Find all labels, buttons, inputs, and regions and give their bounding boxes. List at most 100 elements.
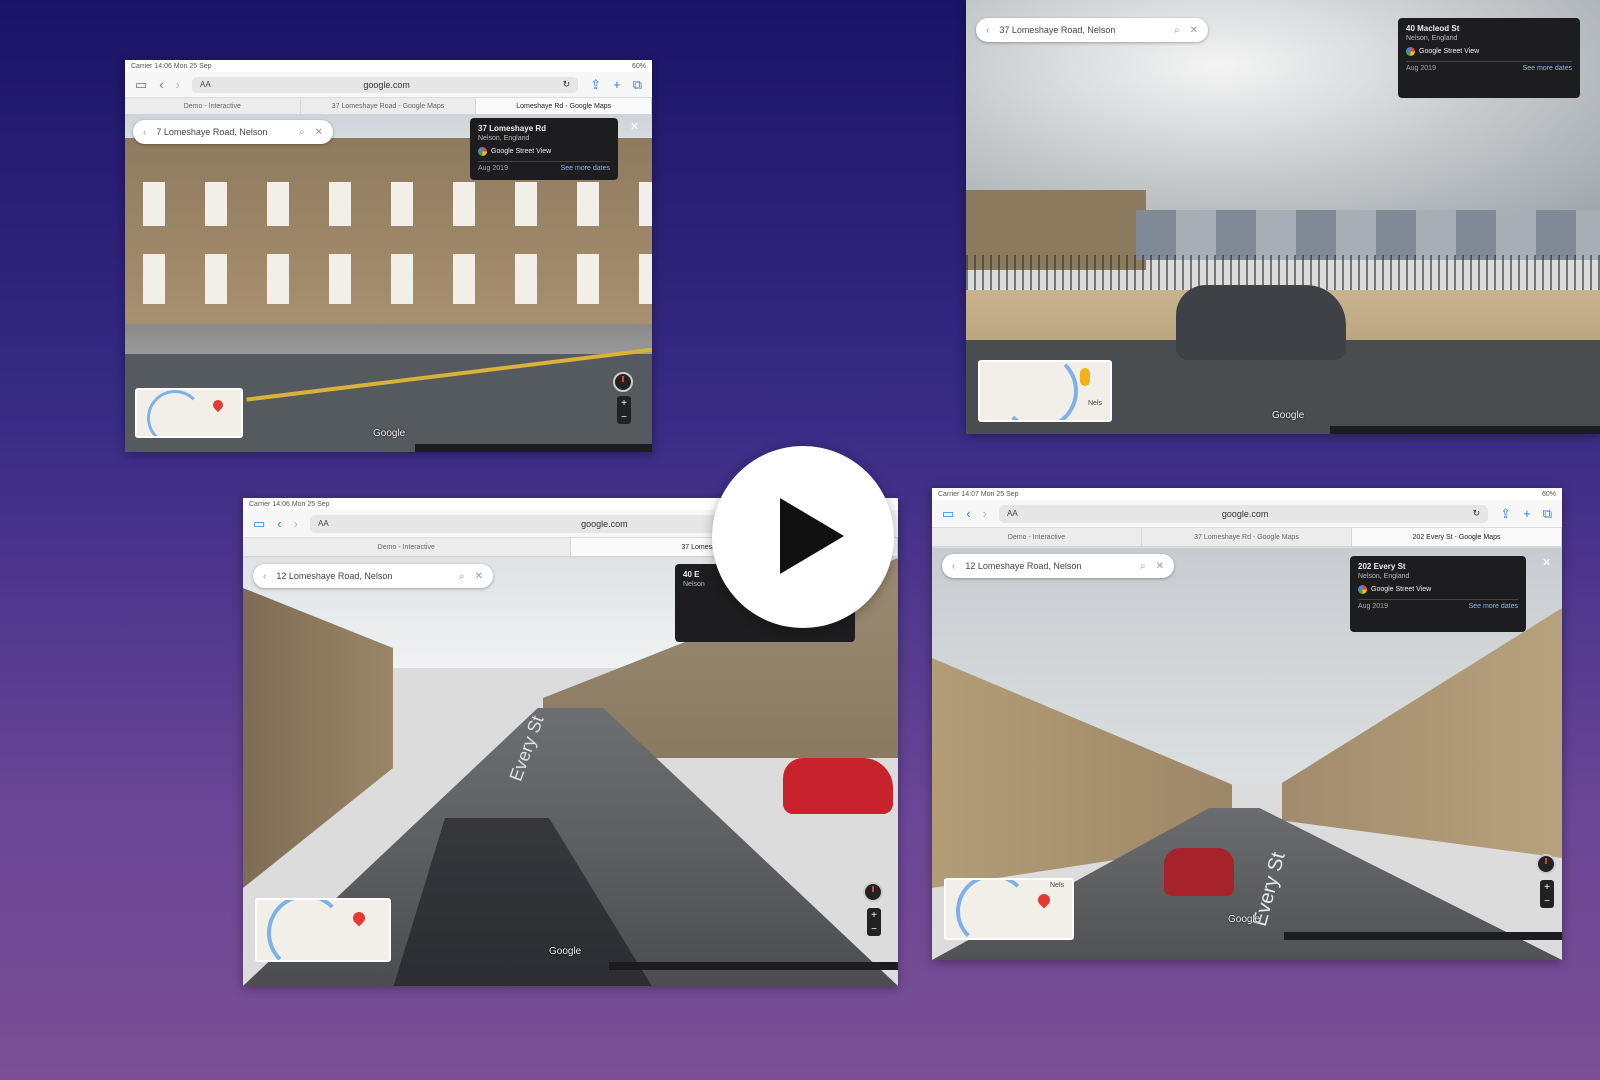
search-box[interactable]: ‹ 7 Lomeshaye Road, Nelson ⌕ ✕ bbox=[133, 120, 333, 144]
reader-aa-button[interactable]: AA bbox=[1007, 509, 1018, 518]
card-title: 202 Every St bbox=[1358, 562, 1406, 571]
status-bar: Carrier 14:07 Mon 25 Sep 60% bbox=[932, 488, 1562, 500]
map-pin-icon bbox=[210, 397, 226, 413]
search-icon[interactable]: ⌕ bbox=[1140, 561, 1146, 572]
tab-demo[interactable]: Demo - Interactive bbox=[932, 528, 1142, 546]
see-more-dates-link[interactable]: See more dates bbox=[1469, 603, 1518, 610]
street-view-image[interactable]: ‹ 7 Lomeshaye Road, Nelson ⌕ ✕ 37 Lomesh… bbox=[125, 114, 652, 452]
back-icon[interactable]: ‹ bbox=[277, 517, 281, 530]
compass-icon[interactable] bbox=[613, 372, 633, 392]
google-logo-icon bbox=[478, 147, 487, 156]
map-pin-icon bbox=[350, 909, 368, 927]
search-box[interactable]: ‹ 12 Lomeshaye Road, Nelson ⌕ ✕ bbox=[253, 564, 493, 588]
minimap-label: Nels bbox=[1088, 400, 1103, 407]
minimap[interactable] bbox=[255, 898, 391, 962]
minimap[interactable]: Nels bbox=[944, 878, 1074, 940]
close-icon[interactable]: ✕ bbox=[630, 120, 639, 133]
clear-icon[interactable]: ✕ bbox=[315, 127, 323, 138]
card-subtitle: Nelson, England bbox=[478, 135, 530, 142]
clear-icon[interactable]: ✕ bbox=[475, 571, 483, 582]
sidebar-icon[interactable]: ▭ bbox=[942, 507, 954, 520]
search-icon[interactable]: ⌕ bbox=[459, 571, 465, 582]
forward-icon[interactable]: › bbox=[176, 78, 180, 91]
address-bar[interactable]: AA google.com ↻ bbox=[998, 504, 1489, 523]
card-date: Aug 2019 bbox=[478, 165, 508, 172]
browser-toolbar: ▭ ‹ › AA google.com ↻ ⇪ + ⧉ bbox=[932, 500, 1562, 528]
tab-maps-2[interactable]: 202 Every St - Google Maps bbox=[1352, 528, 1562, 546]
zoom-control[interactable]: + − bbox=[1540, 880, 1554, 908]
status-right: 60% bbox=[1541, 490, 1556, 498]
tab-maps-1[interactable]: 37 Lomeshaye Road - Google Maps bbox=[301, 98, 477, 114]
tab-maps-2[interactable]: Lomeshaye Rd - Google Maps bbox=[476, 98, 652, 114]
map-river bbox=[147, 390, 203, 436]
tab-demo[interactable]: Demo - Interactive bbox=[243, 538, 571, 556]
parked-car bbox=[1176, 285, 1346, 360]
url-text: google.com bbox=[363, 79, 410, 90]
pegman-icon bbox=[1080, 368, 1090, 386]
see-more-dates-link[interactable]: See more dates bbox=[561, 165, 610, 172]
status-left: Carrier 14:07 Mon 25 Sep bbox=[938, 490, 1019, 498]
street-view-image[interactable]: Every St ‹ 12 Lomeshaye Road, Nelson ⌕ ✕… bbox=[932, 548, 1562, 960]
card-date: Aug 2019 bbox=[1358, 603, 1388, 610]
share-icon[interactable]: ⇪ bbox=[590, 78, 601, 91]
forward-icon[interactable]: › bbox=[294, 517, 298, 530]
search-text: 12 Lomeshaye Road, Nelson bbox=[276, 571, 393, 581]
zoom-control[interactable]: + − bbox=[617, 396, 631, 424]
screenshot-bottom-right: Carrier 14:07 Mon 25 Sep 60% ▭ ‹ › AA go… bbox=[932, 488, 1562, 960]
tabs-overview-icon[interactable]: ⧉ bbox=[633, 78, 642, 91]
screenshot-top-right: ‹ 37 Lomeshaye Road, Nelson ⌕ ✕ 40 Macle… bbox=[966, 0, 1600, 434]
map-river bbox=[1000, 362, 1078, 420]
see-more-dates-link[interactable]: See more dates bbox=[1523, 65, 1572, 72]
tab-maps-1[interactable]: 37 Lomeshaye Rd - Google Maps bbox=[1142, 528, 1352, 546]
back-arrow-icon[interactable]: ‹ bbox=[986, 25, 989, 36]
back-arrow-icon[interactable]: ‹ bbox=[143, 127, 146, 138]
back-arrow-icon[interactable]: ‹ bbox=[263, 571, 266, 582]
reload-icon[interactable]: ↻ bbox=[1473, 508, 1481, 519]
reader-aa-button[interactable]: AA bbox=[200, 80, 211, 89]
compass-icon[interactable] bbox=[1536, 854, 1556, 874]
card-source: Google Street View bbox=[491, 148, 552, 155]
tab-demo[interactable]: Demo - Interactive bbox=[125, 98, 301, 114]
reload-icon[interactable]: ↻ bbox=[563, 79, 571, 90]
close-icon[interactable]: ✕ bbox=[1542, 556, 1551, 569]
forward-icon[interactable]: › bbox=[983, 507, 987, 520]
copyright-bar bbox=[1284, 932, 1562, 940]
address-bar[interactable]: AA google.com ↻ bbox=[191, 76, 579, 93]
copyright-bar bbox=[415, 444, 652, 452]
search-icon[interactable]: ⌕ bbox=[1174, 25, 1180, 36]
search-box[interactable]: ‹ 37 Lomeshaye Road, Nelson ⌕ ✕ bbox=[976, 18, 1208, 42]
reader-aa-button[interactable]: AA bbox=[318, 519, 329, 528]
tabs-overview-icon[interactable]: ⧉ bbox=[1543, 507, 1552, 520]
search-text: 7 Lomeshaye Road, Nelson bbox=[156, 127, 268, 137]
card-subtitle: Nelson, England bbox=[1358, 573, 1410, 580]
status-left: Carrier 14:06 Mon 25 Sep bbox=[249, 500, 330, 508]
play-button[interactable] bbox=[712, 446, 894, 628]
compass-icon[interactable] bbox=[863, 882, 883, 902]
back-icon[interactable]: ‹ bbox=[966, 507, 970, 520]
new-tab-icon[interactable]: + bbox=[613, 78, 621, 91]
screenshot-top-left: Carrier 14:06 Mon 25 Sep 60% ▭ ‹ › AA go… bbox=[125, 60, 652, 452]
back-icon[interactable]: ‹ bbox=[159, 78, 163, 91]
share-icon[interactable]: ⇪ bbox=[1500, 507, 1511, 520]
zoom-control[interactable]: + − bbox=[867, 908, 881, 936]
google-watermark: Google bbox=[373, 428, 406, 439]
minimap[interactable]: Nels bbox=[978, 360, 1112, 422]
minimap[interactable] bbox=[135, 388, 243, 438]
clear-icon[interactable]: ✕ bbox=[1156, 561, 1164, 572]
search-icon[interactable]: ⌕ bbox=[299, 127, 305, 138]
copyright-bar bbox=[1330, 426, 1600, 434]
google-watermark: Google bbox=[549, 946, 582, 957]
card-title: 40 Macleod St bbox=[1406, 24, 1460, 33]
street-view-image[interactable]: ‹ 37 Lomeshaye Road, Nelson ⌕ ✕ 40 Macle… bbox=[966, 0, 1600, 434]
tab-strip: Demo - Interactive 37 Lomeshaye Road - G… bbox=[125, 98, 652, 115]
new-tab-icon[interactable]: + bbox=[1523, 507, 1531, 520]
red-car bbox=[1164, 848, 1234, 896]
search-text: 12 Lomeshaye Road, Nelson bbox=[965, 561, 1082, 571]
new-building-roofs bbox=[1136, 210, 1600, 260]
sidebar-icon[interactable]: ▭ bbox=[135, 78, 147, 91]
clear-icon[interactable]: ✕ bbox=[1190, 25, 1198, 36]
search-box[interactable]: ‹ 12 Lomeshaye Road, Nelson ⌕ ✕ bbox=[942, 554, 1174, 578]
google-watermark: Google bbox=[1228, 914, 1261, 925]
sidebar-icon[interactable]: ▭ bbox=[253, 517, 265, 530]
back-arrow-icon[interactable]: ‹ bbox=[952, 561, 955, 572]
